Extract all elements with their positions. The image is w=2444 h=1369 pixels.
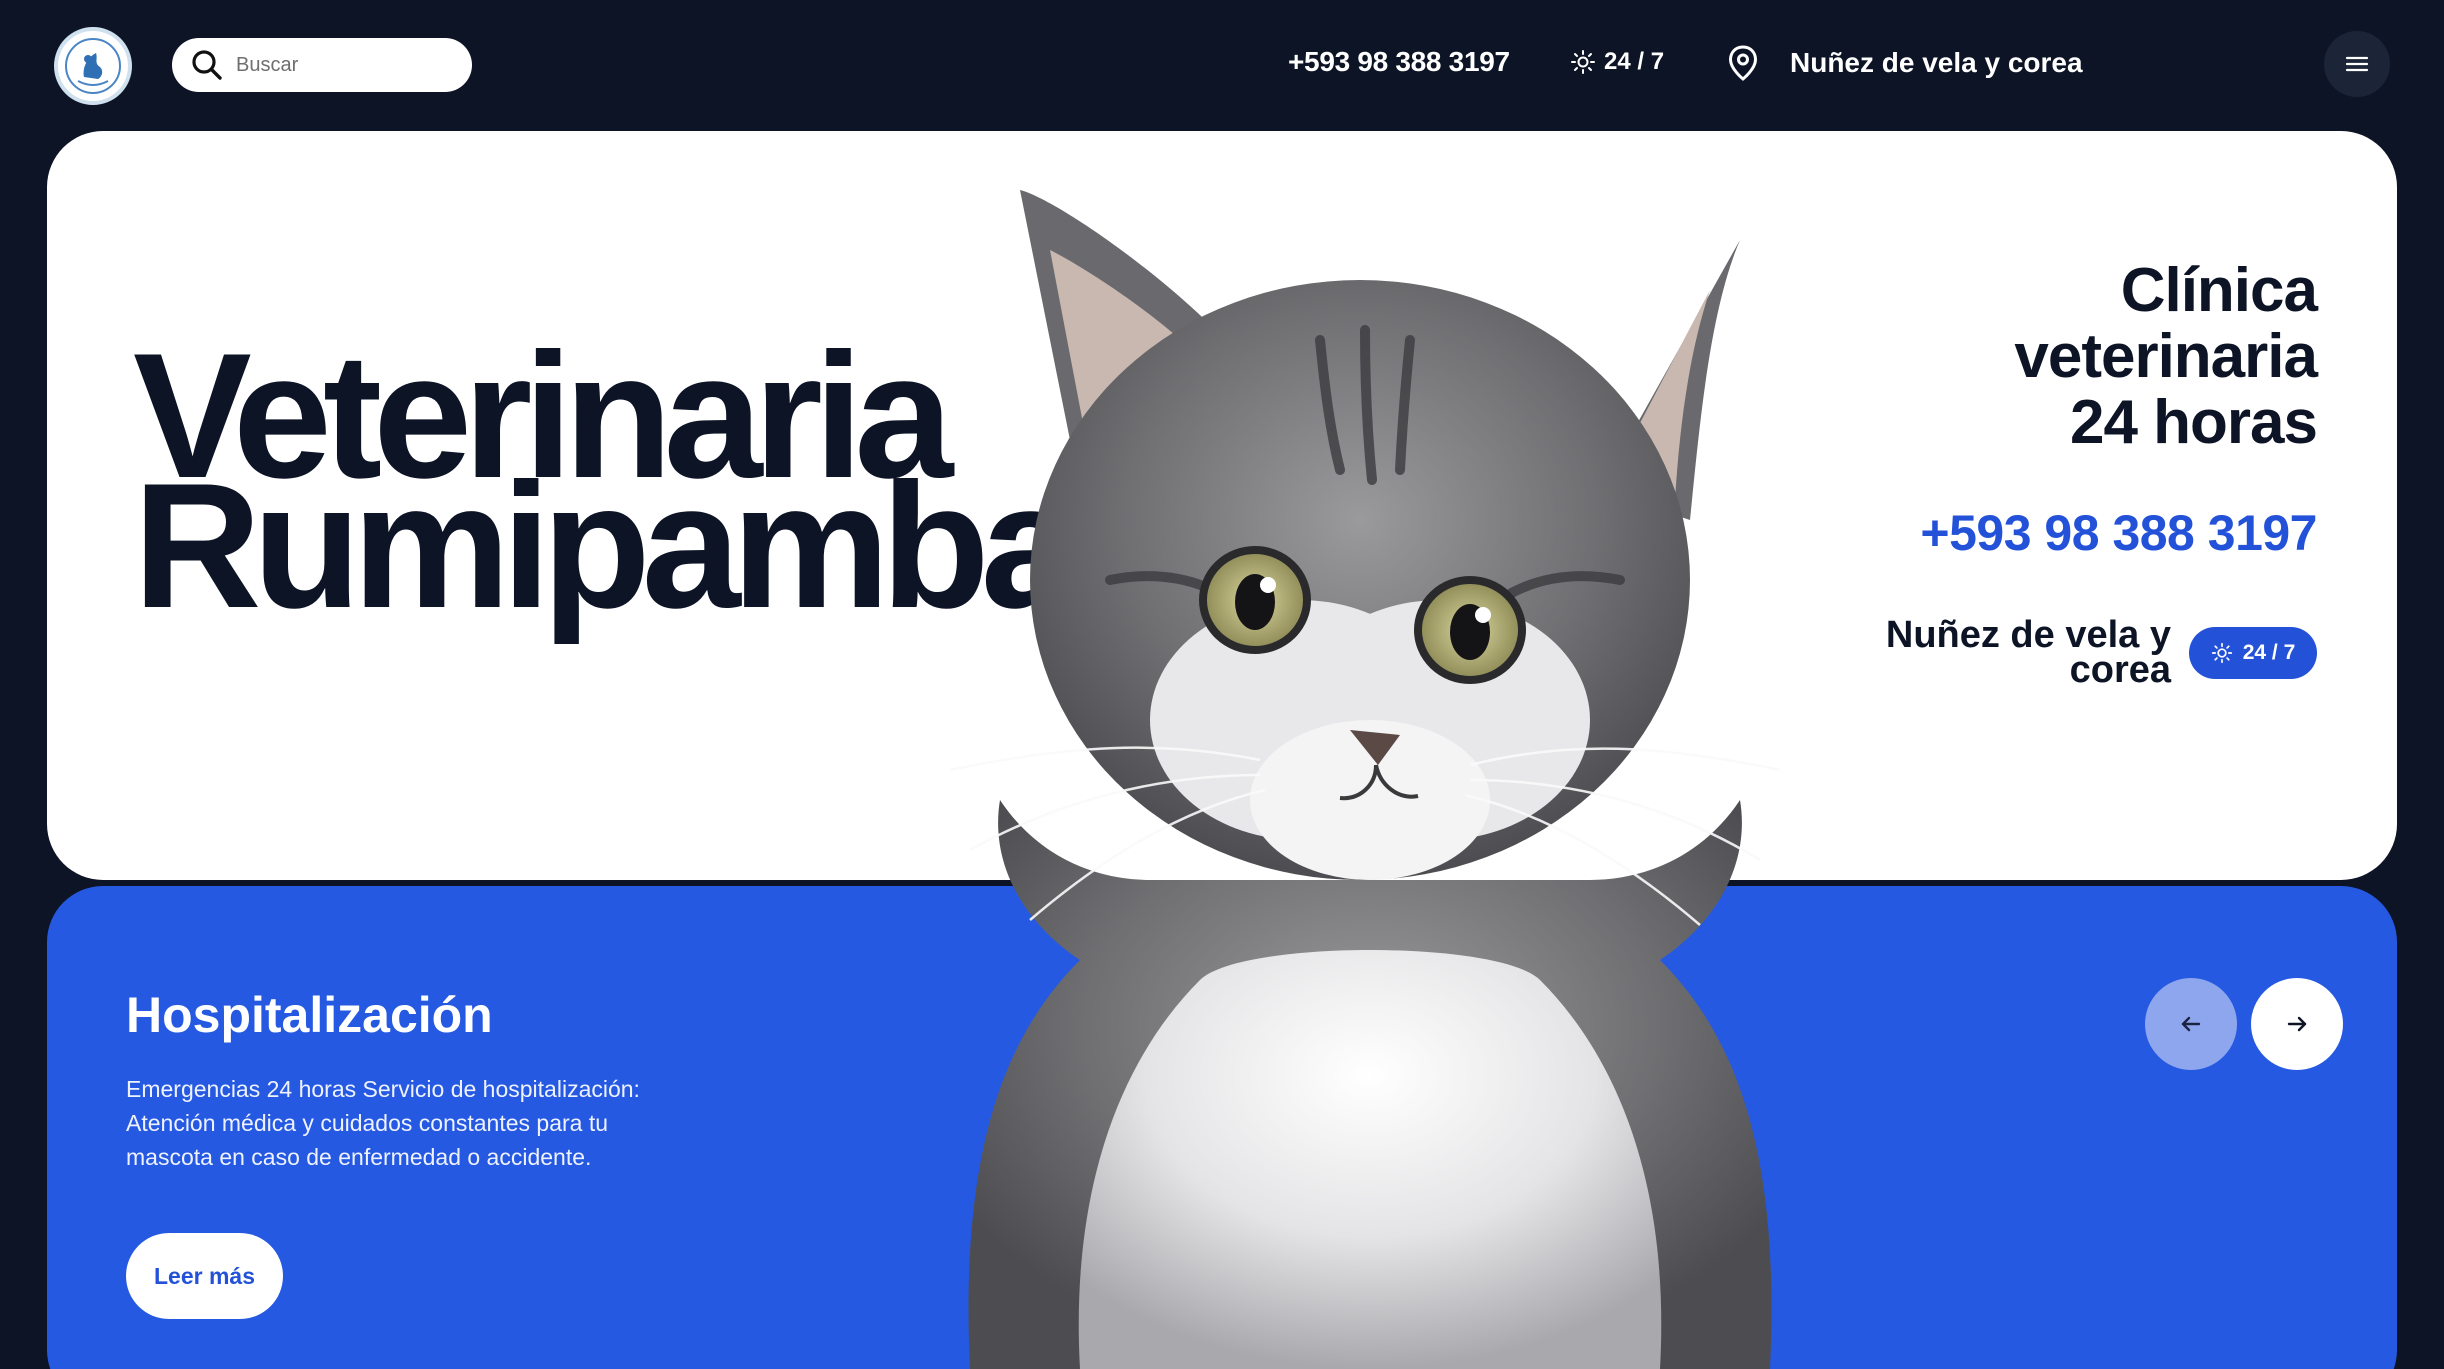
location-pin-icon [1726,44,1760,82]
logo-emblem-icon [65,38,121,94]
cat-photo [949,190,1781,1369]
search-icon[interactable] [190,48,224,82]
top-header: +593 98 388 3197 24 / 7 [0,0,2444,131]
veterinary-logo[interactable] [54,27,132,105]
menu-button[interactable] [2324,31,2390,97]
search-bar[interactable] [172,38,472,92]
header-location-label: Nuñez de vela y corea [1790,47,2083,78]
hours-badge: 24 / 7 [2189,627,2317,679]
hours-badge-label: 24 / 7 [2242,641,2296,664]
hamburger-icon [2345,56,2369,72]
header-hours: 24 / 7 [1570,48,1664,76]
arrow-left-icon [2181,1016,2201,1032]
sun-icon [2211,642,2233,664]
sun-icon [1570,49,1596,75]
search-input[interactable] [236,53,446,77]
arrow-right-icon [2287,1016,2307,1032]
carousel-next-button[interactable] [2251,978,2343,1070]
read-more-button[interactable]: Leer más [126,1233,283,1319]
header-location[interactable]: Nuñez de vela y corea [1726,44,2083,82]
header-hours-label: 24 / 7 [1604,48,1665,75]
service-description: Emergencias 24 horas Servicio de hospita… [126,1076,640,1170]
carousel-prev-button[interactable] [2145,978,2237,1070]
service-title: Hospitalización [126,987,493,1043]
page: +593 98 388 3197 24 / 7 [0,0,2444,1369]
header-phone[interactable]: +593 98 388 3197 [1288,46,1510,78]
